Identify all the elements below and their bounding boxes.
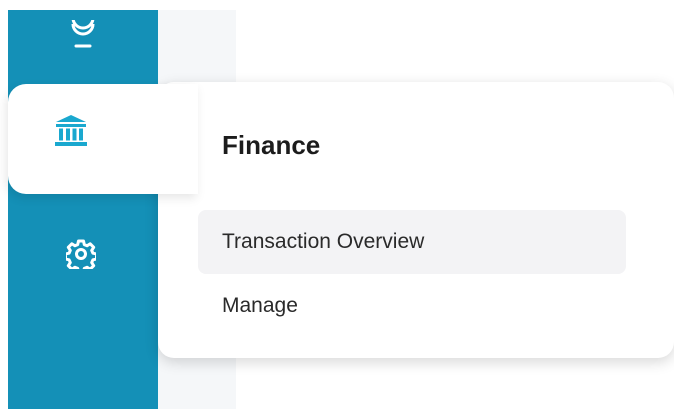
flyout-title: Finance xyxy=(222,130,321,160)
menu-item-manage[interactable]: Manage xyxy=(198,274,626,338)
sidebar-item-finance[interactable] xyxy=(8,84,198,194)
sidebar xyxy=(8,10,158,409)
menu-item-transaction-overview[interactable]: Transaction Overview xyxy=(198,210,626,274)
gear-icon xyxy=(66,239,96,269)
bank-icon xyxy=(53,113,89,149)
finance-flyout-menu: Finance Transaction Overview Manage xyxy=(158,82,674,358)
sidebar-item-lightbulb[interactable] xyxy=(66,20,100,56)
lightbulb-icon xyxy=(71,20,95,48)
sidebar-item-settings[interactable] xyxy=(64,237,98,271)
